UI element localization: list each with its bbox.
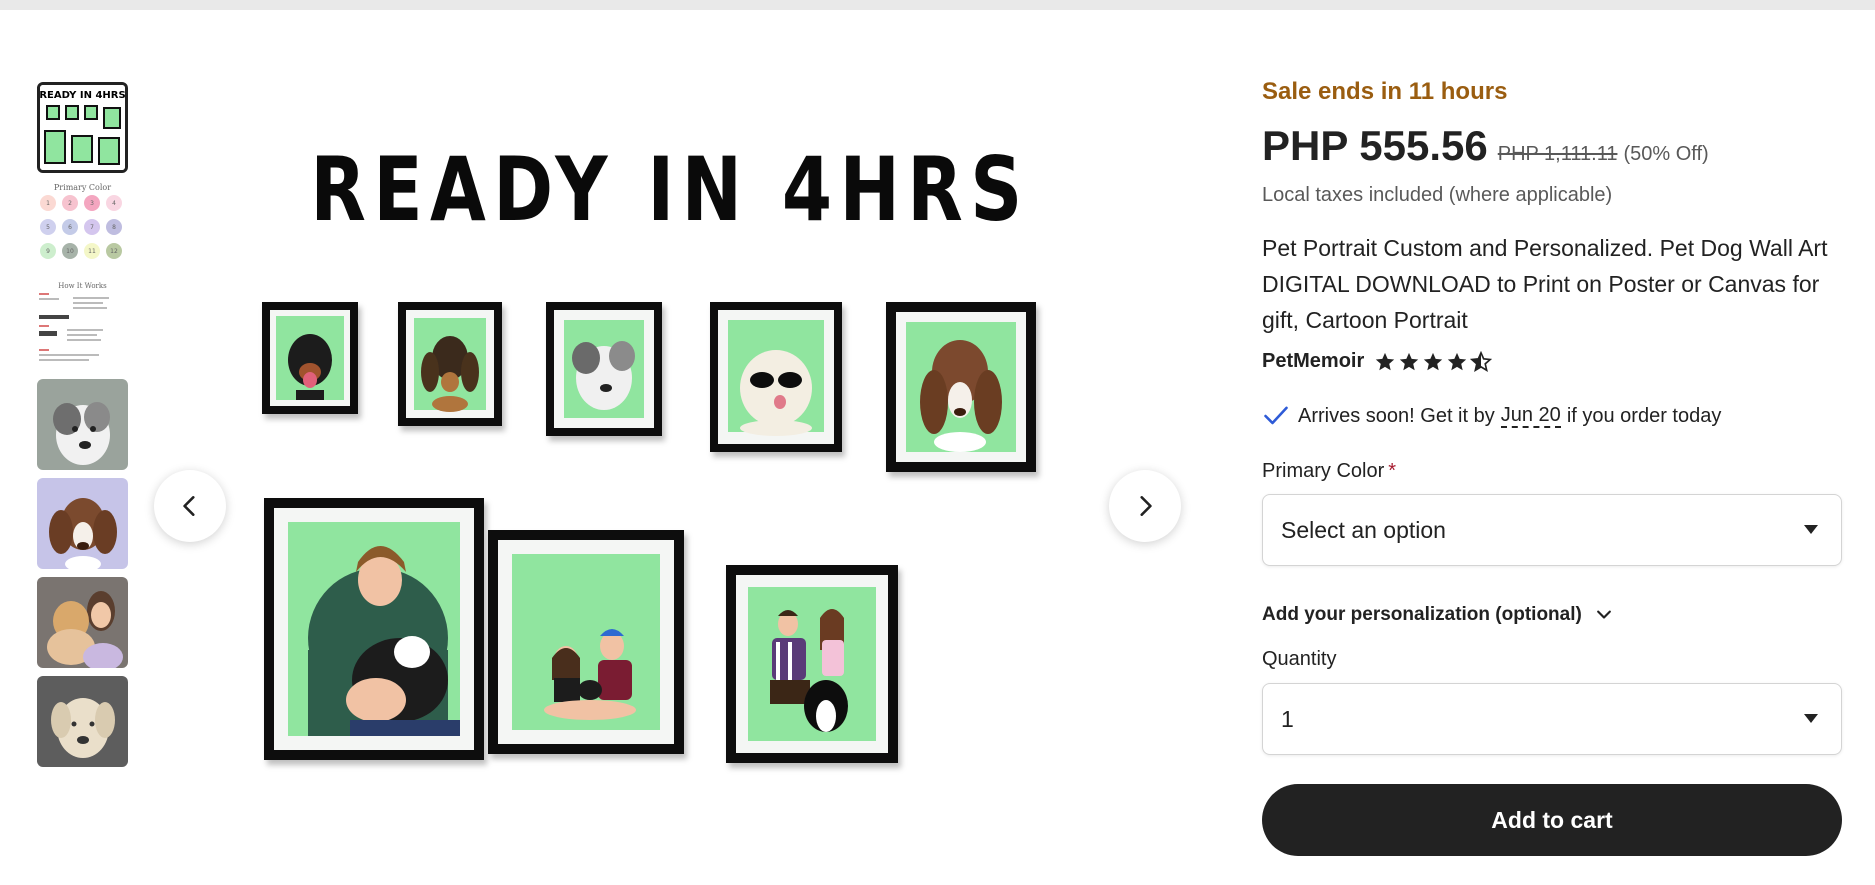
star-half-icon — [1470, 350, 1493, 372]
frame-rottweiler — [262, 302, 358, 414]
thumbnail-image — [37, 676, 128, 767]
price-row: PHP 555.56 PHP 1,111.11 (50% Off) — [1262, 122, 1709, 170]
frame-grey-collie — [546, 302, 662, 436]
color-number: 6 — [68, 224, 72, 231]
required-marker: * — [1388, 460, 1397, 482]
quantity-select[interactable]: 1 — [1262, 683, 1842, 755]
thumbnail-dog-and-woman[interactable] — [37, 577, 128, 668]
star-full-icon — [1376, 352, 1395, 370]
frame-sunglasses-dog — [710, 302, 842, 452]
main-listing-image — [150, 110, 1190, 830]
frame-couple-sitting — [488, 530, 684, 754]
color-number: 5 — [46, 224, 50, 231]
caret-down-icon — [1804, 525, 1818, 534]
color-number: 8 — [112, 224, 116, 231]
thumbnail-how-title: How It Works — [58, 282, 107, 290]
delivery-prefix: Arrives soon! Get it by — [1298, 404, 1495, 427]
primary-color-label-text: Primary Color — [1262, 460, 1385, 482]
chevron-right-icon — [1140, 496, 1152, 516]
chevron-down-icon — [1596, 610, 1611, 619]
add-to-cart-button[interactable]: Add to cart — [1262, 784, 1842, 856]
star-full-icon — [1448, 352, 1467, 370]
thumbnail-ready-in-4hrs[interactable]: READY IN 4HRS — [37, 82, 128, 173]
delivery-suffix: if you order today — [1566, 404, 1722, 427]
color-number: 1 — [46, 200, 50, 207]
color-number: 9 — [46, 248, 50, 255]
color-number: 10 — [66, 248, 74, 255]
color-number: 11 — [88, 248, 96, 255]
thumbnail-color-title: Primary Color — [54, 183, 111, 192]
checkmark-icon — [1264, 406, 1288, 425]
quantity-select-value: 1 — [1281, 705, 1294, 732]
thumbnail-image — [37, 577, 128, 668]
previous-image-button[interactable] — [154, 470, 226, 542]
taxes-note: Local taxes included (where applicable) — [1262, 184, 1613, 206]
frame-woman-with-dog — [264, 498, 484, 760]
frame-couple-with-collie — [726, 565, 898, 763]
thumbnail-image: How It Works — [37, 279, 128, 370]
delivery-estimate: Arrives soon! Get it by Jun 20 if you or… — [1262, 402, 1721, 430]
seller-row: PetMemoir — [1262, 350, 1494, 373]
thumbnail-primary-color-chart[interactable]: Primary Color 1 2 3 4 5 6 7 8 9 10 11 12 — [37, 180, 128, 271]
thumbnail-golden-retriever[interactable] — [37, 676, 128, 767]
sale-countdown: Sale ends in 11 hours — [1262, 78, 1508, 105]
personalization-label: Add your personalization (optional) — [1262, 604, 1582, 625]
color-number: 3 — [90, 200, 94, 207]
frame-dachshund — [398, 302, 502, 426]
delivery-date[interactable]: Jun 20 — [1500, 404, 1561, 428]
product-title: Pet Portrait Custom and Personalized. Pe… — [1262, 235, 1828, 333]
framed-portraits-illustration — [262, 302, 1036, 763]
thumbnail-mini-title: READY IN 4HRS — [40, 90, 125, 101]
color-number: 12 — [110, 248, 118, 255]
star-full-icon — [1400, 352, 1419, 370]
caret-down-icon — [1804, 714, 1818, 723]
top-divider-bar — [0, 0, 1875, 10]
thumbnail-grey-dog[interactable] — [37, 379, 128, 470]
thumbnail-image — [37, 379, 128, 470]
thumbnail-image: Primary Color 1 2 3 4 5 6 7 8 9 10 11 12 — [37, 180, 128, 271]
thumbnail-image — [37, 478, 128, 569]
chevron-left-icon — [183, 496, 195, 516]
star-full-icon — [1424, 352, 1443, 370]
shop-name-link[interactable]: PetMemoir — [1262, 350, 1364, 373]
color-number: 7 — [90, 224, 94, 231]
primary-color-select[interactable]: Select an option — [1262, 494, 1842, 566]
original-price: PHP 1,111.11 — [1497, 143, 1618, 165]
rating-stars[interactable] — [1374, 350, 1494, 373]
primary-color-select-value: Select an option — [1281, 516, 1446, 543]
discount-label: (50% Off) — [1623, 143, 1709, 165]
color-number: 2 — [68, 200, 72, 207]
quantity-label: Quantity — [1262, 648, 1337, 670]
thumbnail-image: READY IN 4HRS — [40, 85, 125, 170]
thumbnail-spaniel[interactable] — [37, 478, 128, 569]
next-image-button[interactable] — [1109, 470, 1181, 542]
thumbnail-how-it-works[interactable]: How It Works — [37, 279, 128, 370]
frame-spaniel — [886, 302, 1036, 472]
personalization-toggle[interactable]: Add your personalization (optional) — [1262, 604, 1614, 626]
current-price: PHP 555.56 — [1262, 122, 1488, 169]
primary-color-label: Primary Color * — [1262, 460, 1396, 483]
color-number: 4 — [112, 200, 116, 207]
